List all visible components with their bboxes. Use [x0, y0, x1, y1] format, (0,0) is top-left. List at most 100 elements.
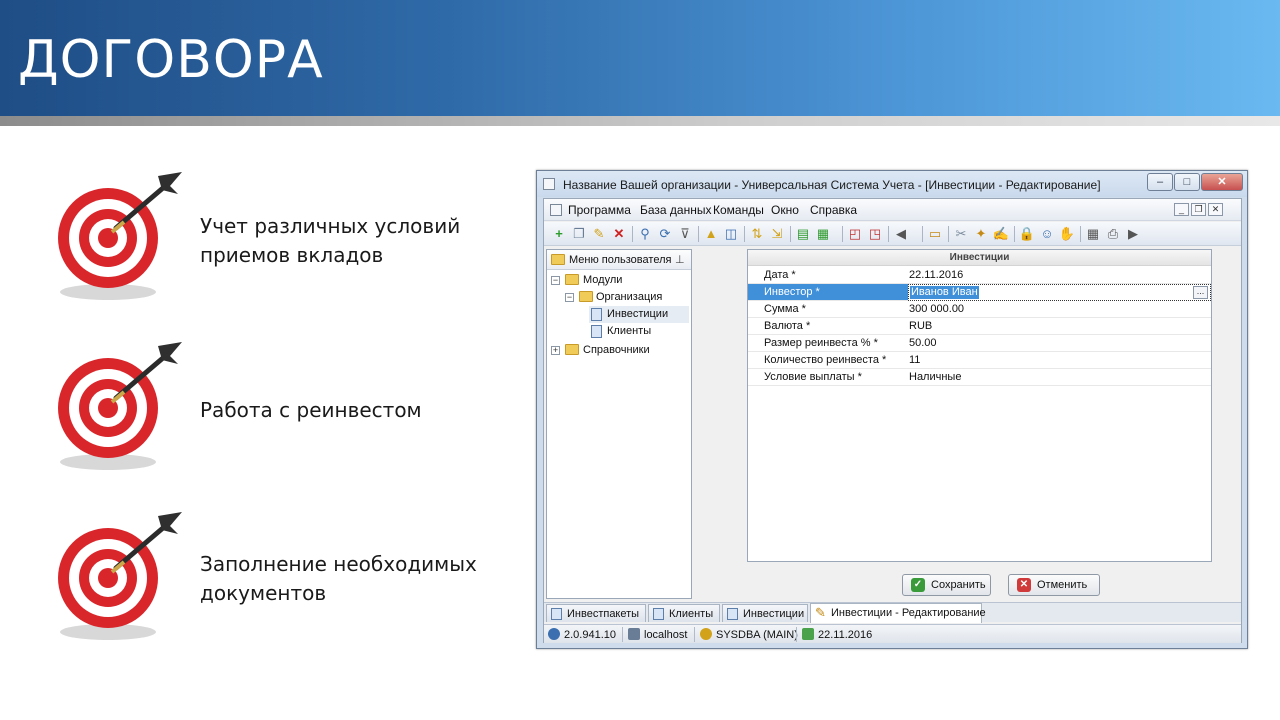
field-row-reinvest-count[interactable]: Количество реинвеста * 11: [748, 352, 1211, 369]
tree-label-modules: Модули: [583, 274, 623, 286]
collapse-icon[interactable]: −: [565, 293, 574, 302]
search-icon[interactable]: ⚲: [636, 225, 654, 243]
pin-icon[interactable]: ⊥: [675, 253, 685, 266]
save-button[interactable]: ✓ Сохранить: [902, 574, 991, 596]
export-icon[interactable]: ▤: [794, 225, 812, 243]
bullet-1: Учет различных условий приемов вкладов: [50, 168, 520, 318]
field-value[interactable]: RUB: [909, 320, 932, 332]
mdi-restore-button[interactable]: ❐: [1191, 203, 1206, 216]
users-icon[interactable]: ☺: [1038, 225, 1056, 243]
table-icon: [727, 608, 738, 620]
mdi-minimize-button[interactable]: _: [1174, 203, 1189, 216]
sound-icon[interactable]: ◀: [892, 225, 910, 243]
group-icon[interactable]: ⇲: [768, 225, 786, 243]
tab-investments-edit[interactable]: ✎ Инвестиции - Редактирование: [810, 603, 986, 623]
tree-node-investments[interactable]: Инвестиции: [589, 306, 689, 323]
menu-program[interactable]: Программа: [568, 203, 631, 217]
sort-icon[interactable]: ⇅: [748, 225, 766, 243]
field-label: Валюта *: [764, 320, 811, 332]
target-dart-icon: [58, 512, 182, 640]
window-titlebar[interactable]: Название Вашей организации - Универсальн…: [537, 171, 1247, 197]
import-icon[interactable]: ▦: [814, 225, 832, 243]
edit-icon[interactable]: ✎: [590, 225, 608, 243]
tools-icon[interactable]: ✂: [952, 225, 970, 243]
server-icon: [628, 628, 640, 640]
magic-icon[interactable]: ✦: [972, 225, 990, 243]
grid-header: Инвестиции: [748, 250, 1211, 266]
ellipsis-button[interactable]: ...: [1193, 286, 1208, 299]
field-row-currency[interactable]: Валюта * RUB: [748, 318, 1211, 335]
field-label: Дата *: [764, 269, 796, 281]
bullet-2: Работа с реинвестом: [50, 338, 520, 488]
menu-help[interactable]: Справка: [810, 203, 857, 217]
minimize-button[interactable]: –: [1147, 173, 1173, 191]
maximize-button[interactable]: □: [1174, 173, 1200, 191]
app-icon: [543, 178, 555, 190]
document-icon: [550, 204, 562, 216]
bullet-1-line-2: приемов вкладов: [200, 243, 384, 267]
print-icon[interactable]: ⎙: [1104, 225, 1122, 243]
calendar-icon: [802, 628, 814, 640]
investor-input[interactable]: Иванов Иван ...: [908, 284, 1211, 301]
field-value[interactable]: Иванов Иван: [910, 286, 979, 299]
table-icon[interactable]: ▦: [1084, 225, 1102, 243]
menu-window[interactable]: Окно: [771, 203, 799, 217]
bullet-2-line-1: Работа с реинвестом: [200, 398, 422, 422]
tab-investments[interactable]: Инвестиции: [722, 604, 808, 622]
field-value[interactable]: 300 000.00: [909, 303, 964, 315]
tree-node-organization[interactable]: − Организация: [565, 289, 687, 306]
tree-node-directories[interactable]: + Справочники: [551, 342, 687, 359]
collapse-icon[interactable]: −: [551, 276, 560, 285]
field-value[interactable]: 50.00: [909, 337, 937, 349]
user-menu-panel: Меню пользователя ⊥ − Модули − Организац…: [546, 249, 692, 599]
tree-label-clients: Клиенты: [607, 325, 652, 337]
document-tab-bar: Инвестпакеты Клиенты Инвестиции ✎ Инвест…: [544, 602, 1241, 623]
expand-icon[interactable]: +: [551, 346, 560, 355]
tab-clients[interactable]: Клиенты: [648, 604, 720, 622]
note-icon[interactable]: ✍: [992, 225, 1010, 243]
tree-node-clients[interactable]: Клиенты: [589, 323, 687, 340]
field-row-date[interactable]: Дата * 22.11.2016: [748, 267, 1211, 284]
lock-icon[interactable]: 🔒: [1018, 225, 1036, 243]
calendar-icon[interactable]: ▭: [926, 225, 944, 243]
slide-title: ДОГОВОРА: [18, 30, 324, 90]
field-value[interactable]: 11: [909, 354, 920, 366]
refresh-icon[interactable]: ⟳: [656, 225, 674, 243]
target-dart-icon: [58, 172, 182, 300]
field-value[interactable]: 22.11.2016: [909, 269, 963, 281]
field-row-payment-condition[interactable]: Условие выплаты * Наличные: [748, 369, 1211, 386]
add-icon[interactable]: +: [550, 225, 568, 243]
filter-icon[interactable]: ⊽: [676, 225, 694, 243]
tab-investpackets[interactable]: Инвестпакеты: [546, 604, 646, 622]
bullet-1-line-1: Учет различных условий: [200, 214, 461, 238]
cancel-button[interactable]: ✕ Отменить: [1008, 574, 1100, 596]
menu-commands[interactable]: Команды: [713, 203, 764, 217]
tree-node-modules[interactable]: − Модули: [551, 272, 687, 289]
slide-header: ДОГОВОРА: [0, 0, 1280, 116]
play-icon[interactable]: ▶: [1124, 225, 1142, 243]
copy-icon[interactable]: ❐: [570, 225, 588, 243]
new-window-icon[interactable]: ◰: [846, 225, 864, 243]
status-user: SYSDBA (MAIN): [700, 628, 798, 641]
close-button[interactable]: ✕: [1201, 173, 1243, 191]
header-divider: [0, 116, 1280, 126]
checkmark-icon: ✓: [911, 578, 925, 592]
property-grid: Инвестиции Дата * 22.11.2016 Инвестор * …: [747, 249, 1212, 562]
document-icon: [591, 325, 602, 338]
field-value[interactable]: Наличные: [909, 371, 961, 383]
folder-icon: [579, 291, 593, 302]
tree-label-directories: Справочники: [583, 344, 650, 356]
field-label: Размер реинвеста % *: [764, 337, 878, 349]
delete-icon[interactable]: ✕: [610, 225, 628, 243]
field-row-investor[interactable]: Инвестор * Иванов Иван ...: [748, 284, 1211, 301]
comment-icon[interactable]: ◫: [722, 225, 740, 243]
folder-up-icon[interactable]: ▲: [702, 225, 720, 243]
close-window-icon[interactable]: ◳: [866, 225, 884, 243]
folder-icon: [551, 254, 565, 265]
handshake-icon[interactable]: ✋: [1058, 225, 1076, 243]
table-icon: [653, 608, 664, 620]
field-row-reinvest-size[interactable]: Размер реинвеста % * 50.00: [748, 335, 1211, 352]
menu-database[interactable]: База данных: [640, 203, 711, 217]
mdi-close-button[interactable]: ✕: [1208, 203, 1223, 216]
field-row-amount[interactable]: Сумма * 300 000.00: [748, 301, 1211, 318]
